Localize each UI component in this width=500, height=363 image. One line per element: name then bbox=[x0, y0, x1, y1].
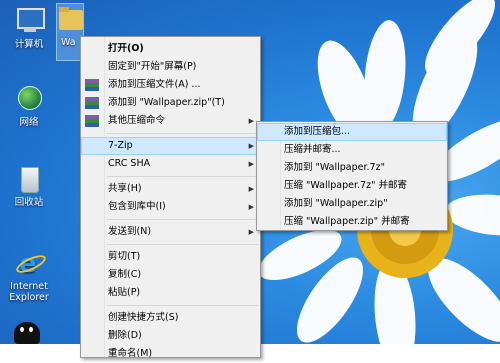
desktop-icon-label: Internet Explorer bbox=[9, 281, 49, 303]
menu-separator bbox=[107, 244, 258, 245]
desktop-icon-network[interactable]: 网络 bbox=[4, 84, 54, 128]
menu-item-7zip[interactable]: 7-Zip ▶ bbox=[81, 137, 260, 155]
menu-item-open[interactable]: 打开(O) bbox=[81, 40, 260, 58]
menu-item-include-in-library[interactable]: 包含到库中(I) ▶ bbox=[81, 198, 260, 216]
submenu-arrow-icon: ▶ bbox=[248, 185, 254, 193]
menu-separator bbox=[107, 305, 258, 306]
menu-item-copy[interactable]: 复制(C) bbox=[81, 266, 260, 284]
menu-item-other-compress[interactable]: 其他压缩命令 ▶ bbox=[81, 112, 260, 130]
menu-separator bbox=[107, 176, 258, 177]
desktop-icon-computer[interactable]: 计算机 bbox=[4, 6, 54, 50]
recycle-bin-icon bbox=[14, 164, 44, 194]
submenu-arrow-icon: ▶ bbox=[248, 203, 254, 211]
menu-item-crc-sha[interactable]: CRC SHA ▶ bbox=[81, 155, 260, 173]
winrar-icon bbox=[85, 97, 99, 109]
submenu-item-compress-and-email[interactable]: 压缩并邮寄... bbox=[257, 141, 447, 159]
menu-item-add-to-wallpaper-zip[interactable]: 添加到 "Wallpaper.zip"(T) bbox=[81, 94, 260, 112]
computer-icon bbox=[14, 6, 45, 36]
menu-item-share[interactable]: 共享(H) ▶ bbox=[81, 180, 260, 198]
menu-item-paste[interactable]: 粘贴(P) bbox=[81, 284, 260, 302]
menu-item-send-to[interactable]: 发送到(N) ▶ bbox=[81, 223, 260, 241]
network-globe-icon bbox=[14, 84, 44, 114]
submenu-item-add-to-7z[interactable]: 添加到 "Wallpaper.7z" bbox=[257, 159, 447, 177]
menu-separator bbox=[107, 133, 258, 134]
7zip-submenu: 添加到压缩包... 压缩并邮寄... 添加到 "Wallpaper.7z" 压缩… bbox=[256, 121, 448, 231]
submenu-item-add-to-zip[interactable]: 添加到 "Wallpaper.zip" bbox=[257, 195, 447, 213]
submenu-arrow-icon: ▶ bbox=[248, 142, 254, 150]
menu-item-cut[interactable]: 剪切(T) bbox=[81, 248, 260, 266]
menu-item-pin-to-start[interactable]: 固定到"开始"屏幕(P) bbox=[81, 58, 260, 76]
desktop-icon-label: 网络 bbox=[19, 117, 39, 128]
submenu-arrow-icon: ▶ bbox=[248, 117, 254, 125]
submenu-arrow-icon: ▶ bbox=[248, 228, 254, 236]
qq-penguin-icon[interactable] bbox=[14, 322, 40, 344]
submenu-item-add-to-archive[interactable]: 添加到压缩包... bbox=[257, 123, 447, 141]
desktop-icon-label: 回收站 bbox=[14, 197, 44, 208]
menu-item-rename[interactable]: 重命名(M) bbox=[81, 345, 260, 363]
folder-icon bbox=[57, 4, 83, 34]
winrar-icon bbox=[85, 115, 99, 127]
submenu-item-compress-zip-and-email[interactable]: 压缩 "Wallpaper.zip" 并邮寄 bbox=[257, 213, 447, 231]
desktop-icon-internet-explorer[interactable]: e Internet Explorer bbox=[2, 248, 56, 303]
submenu-arrow-icon: ▶ bbox=[248, 160, 254, 168]
internet-explorer-icon: e bbox=[13, 248, 49, 278]
winrar-icon bbox=[85, 79, 99, 91]
submenu-item-compress-7z-and-email[interactable]: 压缩 "Wallpaper.7z" 并邮寄 bbox=[257, 177, 447, 195]
menu-item-delete[interactable]: 删除(D) bbox=[81, 327, 260, 345]
menu-separator bbox=[107, 219, 258, 220]
menu-item-create-shortcut[interactable]: 创建快捷方式(S) bbox=[81, 309, 260, 327]
desktop-icon-recycle-bin[interactable]: 回收站 bbox=[4, 164, 54, 208]
context-menu: 打开(O) 固定到"开始"屏幕(P) 添加到压缩文件(A) ... 添加到 "W… bbox=[80, 36, 261, 359]
desktop-icon-label: 计算机 bbox=[14, 39, 44, 50]
menu-item-add-to-archive[interactable]: 添加到压缩文件(A) ... bbox=[81, 76, 260, 94]
